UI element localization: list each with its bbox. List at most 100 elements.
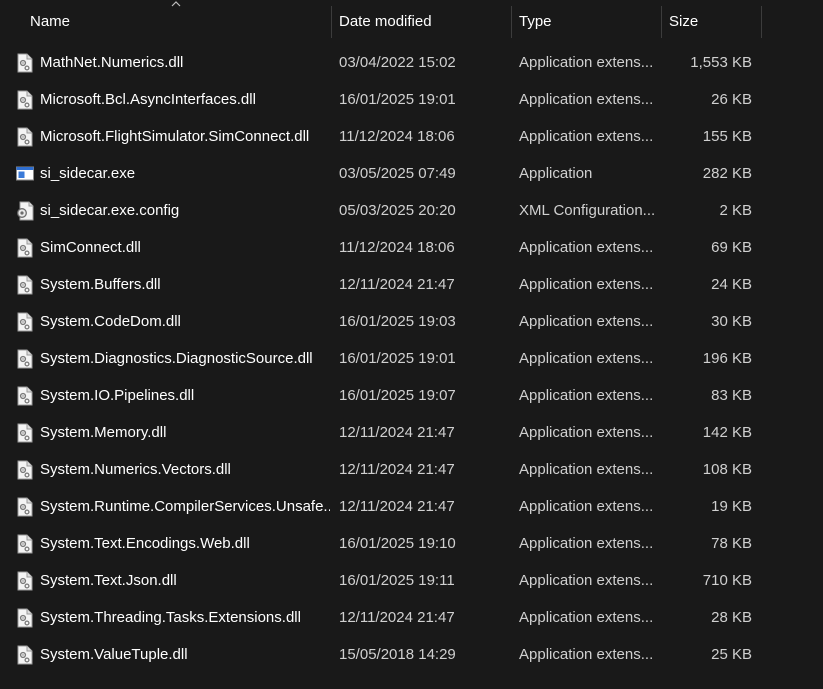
file-row[interactable]: System.Text.Encodings.Web.dll 16/01/2025… [0, 525, 823, 562]
file-size: 2 KB [719, 202, 752, 219]
file-name: MathNet.Numerics.dll [40, 54, 184, 71]
file-name: System.Buffers.dll [40, 276, 161, 293]
file-size: 155 KB [702, 128, 752, 145]
dll-icon [16, 275, 34, 295]
file-date-modified: 05/03/2025 20:20 [339, 202, 456, 219]
file-type: Application extens... [519, 128, 654, 145]
file-date-modified: 16/01/2025 19:10 [339, 535, 456, 552]
file-name: System.ValueTuple.dll [40, 646, 188, 663]
file-size: 24 KB [711, 276, 752, 293]
dll-icon [16, 90, 34, 110]
file-name: System.Threading.Tasks.Extensions.dll [40, 609, 301, 626]
file-date-modified: 11/12/2024 18:06 [339, 239, 455, 256]
file-name: si_sidecar.exe [40, 165, 136, 182]
file-type: Application [519, 165, 593, 182]
file-type: XML Configuration... [519, 202, 656, 219]
dll-icon [16, 386, 34, 406]
file-row[interactable]: System.Text.Json.dll 16/01/2025 19:11 Ap… [0, 562, 823, 599]
file-type: Application extens... [519, 239, 654, 256]
file-row[interactable]: System.Diagnostics.DiagnosticSource.dll … [0, 340, 823, 377]
file-row[interactable]: System.Buffers.dll 12/11/2024 21:47 Appl… [0, 266, 823, 303]
column-header-size-label: Size [669, 13, 699, 30]
config-icon [16, 201, 34, 221]
file-size: 108 KB [702, 461, 752, 478]
file-type: Application extens... [519, 609, 654, 626]
dll-icon [16, 645, 34, 665]
file-name: System.Diagnostics.DiagnosticSource.dll [40, 350, 313, 367]
file-name: System.Text.Encodings.Web.dll [40, 535, 250, 552]
file-size: 83 KB [711, 387, 752, 404]
file-date-modified: 12/11/2024 21:47 [339, 498, 455, 515]
dll-icon [16, 312, 34, 332]
file-type: Application extens... [519, 572, 654, 589]
file-name: System.IO.Pipelines.dll [40, 387, 195, 404]
file-date-modified: 15/05/2018 14:29 [339, 646, 456, 663]
dll-icon [16, 127, 34, 147]
file-size: 710 KB [702, 572, 752, 589]
exe-icon [16, 164, 34, 184]
file-row[interactable]: Microsoft.FlightSimulator.SimConnect.dll… [0, 118, 823, 155]
file-row[interactable]: System.Runtime.CompilerServices.Unsafe..… [0, 488, 823, 525]
file-size: 282 KB [702, 165, 752, 182]
file-row[interactable]: System.IO.Pipelines.dll 16/01/2025 19:07… [0, 377, 823, 414]
file-row[interactable]: si_sidecar.exe 03/05/2025 07:49 Applicat… [0, 155, 823, 192]
file-size: 196 KB [702, 350, 752, 367]
dll-icon [16, 238, 34, 258]
file-type: Application extens... [519, 535, 654, 552]
column-header-type[interactable]: Type [511, 0, 661, 38]
column-separator[interactable] [761, 6, 762, 38]
column-header-date-label: Date modified [339, 13, 432, 30]
column-header-size[interactable]: Size [661, 0, 761, 38]
file-date-modified: 16/01/2025 19:11 [339, 572, 455, 589]
file-name: SimConnect.dll [40, 239, 141, 256]
dll-icon [16, 608, 34, 628]
sort-ascending-icon [171, 1, 181, 7]
file-size: 69 KB [711, 239, 752, 256]
column-header-type-label: Type [519, 13, 552, 30]
file-name: System.Memory.dll [40, 424, 167, 441]
file-size: 1,553 KB [690, 54, 752, 71]
file-date-modified: 12/11/2024 21:47 [339, 461, 455, 478]
file-row[interactable]: SimConnect.dll 11/12/2024 18:06 Applicat… [0, 229, 823, 266]
file-size: 25 KB [711, 646, 752, 663]
dll-icon [16, 497, 34, 517]
dll-icon [16, 571, 34, 591]
file-date-modified: 03/04/2022 15:02 [339, 54, 456, 71]
column-header-bar: Name Date modified Type Size [0, 0, 823, 38]
file-date-modified: 16/01/2025 19:03 [339, 313, 456, 330]
file-type: Application extens... [519, 313, 654, 330]
file-type: Application extens... [519, 54, 654, 71]
file-size: 142 KB [702, 424, 752, 441]
file-row[interactable]: System.Threading.Tasks.Extensions.dll 12… [0, 599, 823, 636]
file-row[interactable]: System.Memory.dll 12/11/2024 21:47 Appli… [0, 414, 823, 451]
file-type: Application extens... [519, 498, 654, 515]
file-name: System.Text.Json.dll [40, 572, 177, 589]
column-header-date-modified[interactable]: Date modified [331, 0, 511, 38]
file-type: Application extens... [519, 461, 654, 478]
file-row[interactable]: System.CodeDom.dll 16/01/2025 19:03 Appl… [0, 303, 823, 340]
file-date-modified: 16/01/2025 19:01 [339, 91, 456, 108]
dll-icon [16, 423, 34, 443]
file-date-modified: 12/11/2024 21:47 [339, 424, 455, 441]
file-name: si_sidecar.exe.config [40, 202, 180, 219]
dll-icon [16, 460, 34, 480]
file-type: Application extens... [519, 91, 654, 108]
file-size: 28 KB [711, 609, 752, 626]
file-row[interactable]: MathNet.Numerics.dll 03/04/2022 15:02 Ap… [0, 44, 823, 81]
column-header-name-label: Name [30, 13, 71, 30]
file-date-modified: 16/01/2025 19:01 [339, 350, 456, 367]
file-row[interactable]: si_sidecar.exe.config 05/03/2025 20:20 X… [0, 192, 823, 229]
file-size: 78 KB [711, 535, 752, 552]
file-size: 19 KB [711, 498, 752, 515]
file-name: System.Numerics.Vectors.dll [40, 461, 231, 478]
file-row[interactable]: System.Numerics.Vectors.dll 12/11/2024 2… [0, 451, 823, 488]
dll-icon [16, 349, 34, 369]
dll-icon [16, 534, 34, 554]
file-explorer-view: Name Date modified Type Size MathNet.Num… [0, 0, 823, 689]
file-date-modified: 12/11/2024 21:47 [339, 276, 455, 293]
file-row[interactable]: Microsoft.Bcl.AsyncInterfaces.dll 16/01/… [0, 81, 823, 118]
file-name: System.CodeDom.dll [40, 313, 181, 330]
file-date-modified: 03/05/2025 07:49 [339, 165, 456, 182]
file-row[interactable]: System.ValueTuple.dll 15/05/2018 14:29 A… [0, 636, 823, 673]
file-name: Microsoft.Bcl.AsyncInterfaces.dll [40, 91, 256, 108]
